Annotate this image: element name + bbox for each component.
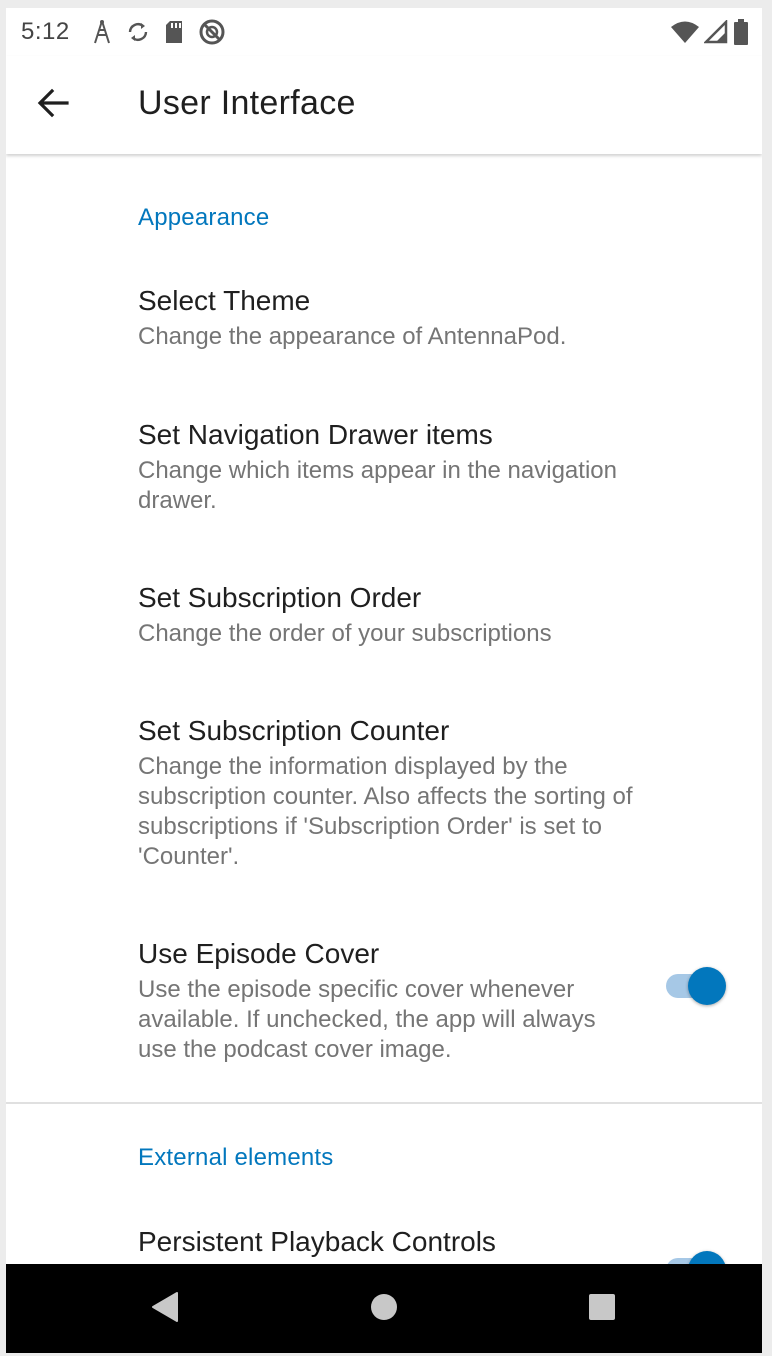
pref-title: Set Subscription Counter [138, 715, 450, 746]
switch-thumb [688, 1251, 726, 1264]
nav-home-button[interactable] [364, 1289, 404, 1329]
pref-title: Use Episode Cover [138, 938, 380, 969]
pref-summary: Use the episode specific cover whenever … [138, 976, 596, 1063]
switch-thumb [688, 967, 726, 1005]
category-appearance: Appearance [138, 204, 270, 231]
pref-summary: Change which items appear in the navigat… [138, 457, 617, 514]
pref-persistent-playback-controls[interactable]: Persistent Playback Controls [6, 1226, 762, 1264]
status-time: 5:12 [21, 18, 70, 45]
arrow-back-icon [36, 86, 70, 125]
do-not-disturb-icon [198, 18, 226, 46]
use-episode-cover-switch[interactable] [664, 966, 728, 1006]
nav-recents-icon [587, 1292, 617, 1327]
pref-select-theme[interactable]: Select Theme Change the appearance of An… [6, 285, 762, 380]
persistent-playback-controls-switch[interactable] [664, 1250, 728, 1264]
pref-summary: Change the order of your subscriptions [138, 620, 552, 647]
section-divider [6, 1102, 762, 1104]
app-bar: User Interface [6, 56, 762, 154]
nav-back-icon [149, 1291, 179, 1328]
cell-signal-icon [704, 20, 728, 44]
pref-subscription-order[interactable]: Set Subscription Order Change the order … [6, 582, 762, 677]
pref-use-episode-cover[interactable]: Use Episode Cover Use the episode specif… [6, 938, 762, 1088]
battery-icon [732, 18, 750, 46]
pref-title: Set Subscription Order [138, 582, 422, 613]
screen: 5:12 User Interface Appearance Select Th… [6, 8, 762, 1353]
sd-card-icon [164, 20, 184, 44]
page-title: User Interface [138, 84, 356, 122]
pref-summary: Change the information displayed by the … [138, 753, 633, 870]
status-icons-left [92, 18, 226, 46]
pref-summary: Change the appearance of AntennaPod. [138, 323, 567, 350]
pref-subscription-counter[interactable]: Set Subscription Counter Change the info… [6, 715, 762, 900]
sync-icon [126, 20, 150, 44]
status-icons-right [670, 18, 750, 46]
wifi-icon [670, 20, 700, 44]
pref-navigation-drawer-items[interactable]: Set Navigation Drawer items Change which… [6, 419, 762, 544]
back-button[interactable] [28, 80, 78, 130]
system-nav-bar [6, 1264, 762, 1353]
category-external-elements: External elements [138, 1144, 334, 1171]
pref-title: Set Navigation Drawer items [138, 419, 493, 450]
status-bar: 5:12 [6, 8, 762, 56]
pref-title: Select Theme [138, 285, 311, 316]
nav-home-icon [369, 1292, 399, 1327]
nav-back-button[interactable] [144, 1289, 184, 1329]
preferences-list: Appearance Select Theme Change the appea… [6, 154, 762, 1264]
nav-recents-button[interactable] [582, 1289, 622, 1329]
pref-title: Persistent Playback Controls [138, 1226, 496, 1257]
antenna-icon [92, 19, 112, 45]
